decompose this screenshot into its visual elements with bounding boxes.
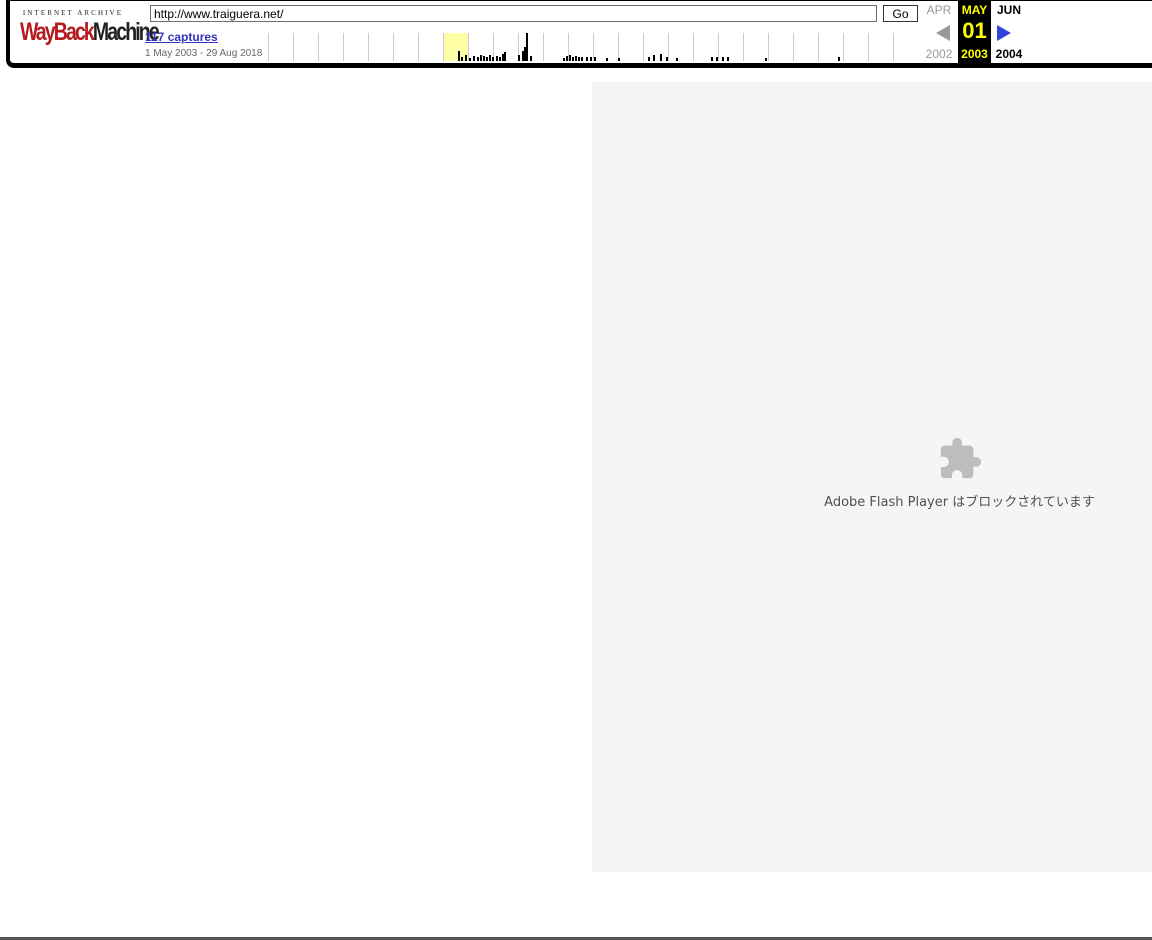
- sparkline-capture-bar: [586, 57, 588, 61]
- sparkline-year-cell[interactable]: [543, 33, 568, 61]
- sparkline-capture-bar: [483, 56, 485, 61]
- sparkline-capture-bar: [489, 55, 491, 61]
- sparkline-capture-bar: [461, 57, 463, 61]
- sparkline-year-cell[interactable]: [668, 33, 693, 61]
- sparkline-year-cell[interactable]: [693, 33, 718, 61]
- current-day: 01: [962, 18, 987, 43]
- sparkline-capture-bar: [480, 55, 482, 61]
- sparkline-capture-bar: [581, 57, 583, 61]
- sparkline-year-cell[interactable]: [418, 33, 443, 61]
- sparkline-capture-bar: [465, 55, 467, 61]
- sparkline-capture-bar: [618, 58, 620, 61]
- logo-top-text: INTERNET ARCHIVE: [22, 9, 124, 17]
- sparkline-capture-bar: [648, 57, 650, 61]
- prev-arrow-icon[interactable]: [936, 25, 950, 41]
- sparkline-capture-bar: [566, 56, 568, 61]
- sparkline-capture-bar: [722, 57, 724, 61]
- sparkline-year-cell[interactable]: [318, 33, 343, 61]
- sparkline-capture-bar: [499, 57, 501, 61]
- prev-month: APR: [926, 3, 952, 17]
- logo-main-text: WayBackMachine: [20, 18, 160, 46]
- sparkline-year-cell[interactable]: [293, 33, 318, 61]
- capture-range: 1 May 2003 - 29 Aug 2018: [145, 48, 263, 59]
- next-year: 2004: [995, 47, 1023, 61]
- wayback-logo[interactable]: INTERNET ARCHIVE WayBackMachine: [20, 9, 160, 49]
- capture-sparkline[interactable]: [268, 33, 918, 61]
- puzzle-plugin-icon: [940, 437, 982, 479]
- sparkline-year-cell[interactable]: [268, 33, 293, 61]
- sparkline-year-cell[interactable]: [343, 33, 368, 61]
- sparkline-year-cell[interactable]: [368, 33, 393, 61]
- flash-placeholder[interactable]: Adobe Flash Player はブロックされています: [592, 82, 1152, 872]
- sparkline-year-cell[interactable]: [743, 33, 768, 61]
- logo-wayback-text: WayBack: [20, 18, 95, 46]
- sparkline-capture-bar: [492, 57, 494, 61]
- sparkline-capture-bar: [486, 57, 488, 61]
- sparkline-year-cell[interactable]: [893, 33, 918, 61]
- captures-link[interactable]: 117 captures: [145, 30, 218, 44]
- wayback-toolbar: INTERNET ARCHIVE WayBackMachine Go 117 c…: [6, 0, 1152, 68]
- sparkline-capture-bar: [473, 56, 475, 61]
- sparkline-year-cell[interactable]: [643, 33, 668, 61]
- sparkline-capture-bar: [504, 52, 506, 61]
- sparkline-capture-bar: [469, 58, 471, 61]
- sparkline-capture-bar: [711, 57, 713, 61]
- sparkline-capture-bar: [727, 57, 729, 61]
- url-input[interactable]: [150, 5, 877, 22]
- sparkline-capture-bar: [569, 55, 571, 61]
- sparkline-capture-bar: [530, 56, 532, 61]
- sparkline-capture-bar: [477, 57, 479, 61]
- prev-year: 2002: [925, 47, 953, 61]
- sparkline-year-cell[interactable]: [618, 33, 643, 61]
- sparkline-capture-bar: [765, 58, 767, 61]
- sparkline-capture-bar: [572, 57, 574, 61]
- current-month: MAY: [961, 3, 988, 17]
- sparkline-capture-bar: [458, 51, 460, 61]
- sparkline-year-cell[interactable]: [768, 33, 793, 61]
- sparkline-capture-bar: [575, 56, 577, 61]
- next-month: JUN: [996, 3, 1021, 17]
- sparkline-capture-bar: [676, 58, 678, 61]
- sparkline-capture-bar: [606, 58, 608, 61]
- sparkline-capture-bar: [526, 33, 528, 61]
- sparkline-capture-bar: [496, 56, 498, 61]
- sparkline-year-cell[interactable]: [868, 33, 893, 61]
- sparkline-year-cell[interactable]: [593, 33, 618, 61]
- sparkline-capture-bar: [653, 55, 655, 61]
- current-year: 2003: [961, 47, 988, 61]
- sparkline-capture-bar: [578, 57, 580, 61]
- sparkline-capture-bar: [594, 57, 596, 61]
- sparkline-capture-bar: [838, 57, 840, 61]
- sparkline-year-cell[interactable]: [793, 33, 818, 61]
- sparkline-capture-bar: [666, 57, 668, 61]
- next-arrow-icon[interactable]: [997, 25, 1011, 41]
- sparkline-capture-bar: [660, 54, 662, 61]
- sparkline-capture-bar: [518, 55, 520, 61]
- sparkline-capture-bar: [716, 57, 718, 61]
- sparkline-capture-bar: [563, 58, 565, 61]
- sparkline-capture-bar: [590, 57, 592, 61]
- sparkline-year-cell[interactable]: [393, 33, 418, 61]
- go-button[interactable]: Go: [883, 5, 918, 22]
- sparkline-year-cell[interactable]: [843, 33, 868, 61]
- flash-blocked-message: Adobe Flash Player はブロックされています: [824, 495, 1095, 510]
- current-capture: MAY 01 2003: [958, 0, 991, 63]
